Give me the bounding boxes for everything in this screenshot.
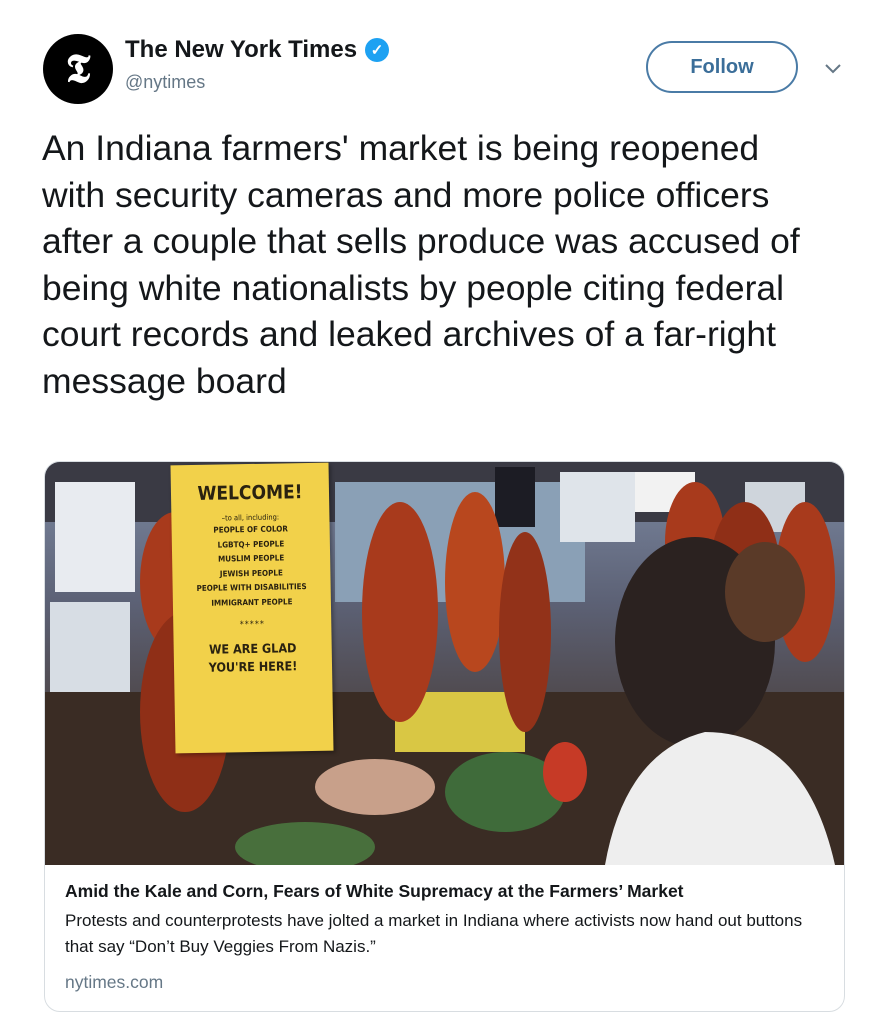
- card-description: Protests and counterprotests have jolted…: [65, 911, 803, 956]
- sign-bottom-line: YOU'RE HERE!: [208, 658, 298, 675]
- card-body: Amid the Kale and Corn, Fears of White S…: [45, 865, 844, 993]
- sign-title: WELCOME!: [197, 481, 303, 505]
- card-domain: nytimes.com: [65, 972, 164, 992]
- tweet-text: An Indiana farmers' market is being reop…: [42, 128, 800, 401]
- user-handle[interactable]: @nytimes: [125, 72, 389, 93]
- link-card[interactable]: WELCOME! –to all, including: PEOPLE OF C…: [44, 461, 845, 1012]
- author-block: The New York Times ✓ @nytimes: [125, 36, 390, 93]
- verified-badge-icon: ✓: [365, 38, 390, 62]
- welcome-sign: WELCOME! –to all, including: PEOPLE OF C…: [170, 462, 334, 754]
- tweet: 𝕿 The New York Times ✓ @nytimes Follow A…: [0, 0, 879, 1024]
- display-name[interactable]: The New York Times: [125, 36, 357, 64]
- verified-glyph: ✓: [370, 41, 384, 59]
- card-title[interactable]: Amid the Kale and Corn, Fears of White S…: [65, 879, 824, 903]
- card-image[interactable]: WELCOME! –to all, including: PEOPLE OF C…: [45, 462, 844, 865]
- avatar-glyph: 𝕿: [65, 45, 91, 92]
- name-row: The New York Times ✓: [125, 36, 390, 64]
- nyt-logo-icon[interactable]: 𝕿: [43, 34, 113, 104]
- sign-divider: *****: [239, 619, 266, 631]
- chevron-down-icon[interactable]: [820, 56, 846, 82]
- market-photo-graphic: [45, 462, 844, 865]
- sign-item: IMMIGRANT PEOPLE: [211, 596, 293, 608]
- follow-button[interactable]: Follow: [646, 41, 798, 93]
